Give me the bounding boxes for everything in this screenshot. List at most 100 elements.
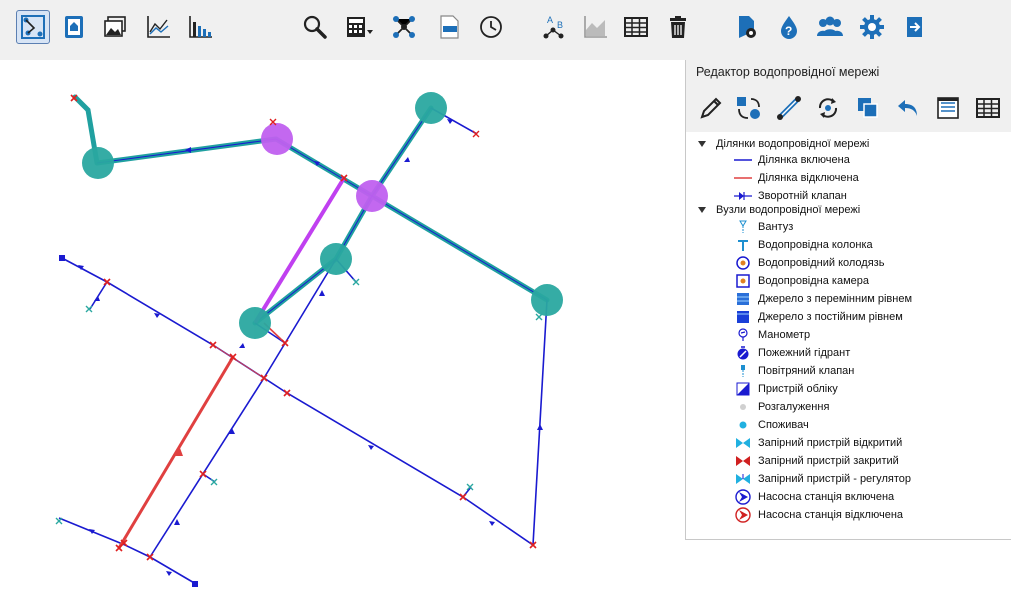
svg-text:?: ?	[785, 24, 792, 38]
valve-open-icon	[732, 435, 754, 451]
trash-icon	[670, 16, 686, 38]
pump-on-icon	[732, 489, 754, 505]
replace-node-icon	[737, 97, 760, 119]
legend-item-pipe-enabled[interactable]: Ділянка включена	[732, 152, 850, 168]
legend-item-fire-hydrant[interactable]: Пожежний гідрант	[732, 345, 850, 361]
water-column-icon	[732, 237, 754, 253]
time-button[interactable]	[474, 10, 508, 44]
area-chart-button[interactable]	[578, 10, 612, 44]
bar-chart-icon	[189, 16, 212, 38]
expand-arrow-icon[interactable]	[698, 207, 706, 213]
settings-doc-icon	[739, 16, 756, 38]
gear-icon	[860, 15, 884, 39]
check-valve-icon	[732, 188, 754, 204]
properties-icon	[937, 97, 959, 119]
edit-button[interactable]	[696, 93, 726, 123]
exit-button[interactable]	[897, 10, 931, 44]
table-icon	[976, 98, 1000, 118]
trash-button[interactable]	[661, 10, 695, 44]
users-button[interactable]	[813, 10, 847, 44]
pipe-edit-button[interactable]	[774, 93, 804, 123]
legend-item-consumer[interactable]: Споживач	[732, 417, 809, 433]
network-edit-button[interactable]	[16, 10, 50, 44]
dxf-file-button[interactable]	[432, 10, 466, 44]
legend-item-air-release-valve[interactable]: Повітряний клапан	[732, 363, 854, 379]
legend-item-valve-closed[interactable]: Запірний пристрій закритий	[732, 453, 899, 469]
replace-node-button[interactable]	[734, 93, 764, 123]
legend-item-water-column[interactable]: Водопровідна колонка	[732, 237, 873, 253]
water-well-icon	[732, 255, 754, 271]
pipe-disabled-icon	[732, 170, 754, 186]
legend-item-manometer[interactable]: Манометр	[732, 327, 810, 343]
legend-item-variable-source[interactable]: Джерело з перемінним рівнем	[732, 291, 912, 307]
panel-header: Редактор водопровідної мережі	[686, 60, 1011, 132]
settings-doc-button[interactable]	[730, 10, 764, 44]
network-edit-icon	[21, 15, 45, 39]
legend-item-meter[interactable]: Пристрій обліку	[732, 381, 838, 397]
calculator-button[interactable]	[342, 10, 376, 44]
meter-icon	[732, 381, 754, 397]
node-markers[interactable]	[70, 94, 537, 561]
network-graph-button[interactable]	[387, 10, 421, 44]
copy-button[interactable]	[853, 93, 883, 123]
group-label: Вузли водопровідної мережі	[716, 204, 861, 216]
water-help-icon: ?	[781, 16, 797, 39]
highlighted-pipes[interactable]	[72, 94, 550, 326]
legend-item-water-chamber[interactable]: Водопровідна камера	[732, 273, 869, 289]
water-help-button[interactable]: ?	[772, 10, 806, 44]
expand-arrow-icon[interactable]	[698, 141, 706, 147]
legend-item-valve-open[interactable]: Запірний пристрій відкритий	[732, 435, 902, 451]
table-view-button[interactable]	[973, 93, 1003, 123]
pump-off-icon	[732, 507, 754, 523]
network-map[interactable]	[0, 60, 685, 592]
svg-text:B: B	[557, 20, 563, 30]
network-canvas[interactable]	[0, 60, 685, 592]
exit-icon	[907, 17, 922, 37]
undo-icon	[898, 100, 917, 116]
pipe-edit-icon	[777, 96, 801, 120]
legend-item-pump-on[interactable]: Насосна станція включена	[732, 489, 894, 505]
properties-button[interactable]	[933, 93, 963, 123]
node-labels-button[interactable]: AB	[537, 10, 571, 44]
group-pipes[interactable]: Ділянки водопровідної мережі	[698, 138, 869, 150]
disabled-pipes[interactable]	[117, 322, 286, 549]
search-button[interactable]	[298, 10, 332, 44]
network-pipes[interactable]	[58, 107, 548, 585]
variable-source-icon	[732, 291, 754, 307]
bar-chart-button[interactable]	[183, 10, 217, 44]
profile-chart-button[interactable]	[141, 10, 175, 44]
image-button[interactable]	[98, 10, 132, 44]
network-editor-panel: Редактор водопровідної мережі Ділянки во…	[685, 60, 1011, 540]
pipe-enabled-icon	[732, 152, 754, 168]
fire-hydrant-icon	[732, 345, 754, 361]
svg-text:A: A	[547, 15, 553, 25]
legend-item-check-valve[interactable]: Зворотній клапан	[732, 188, 847, 204]
group-label: Ділянки водопровідної мережі	[716, 138, 870, 150]
area-chart-icon	[584, 16, 607, 38]
copy-icon	[858, 98, 878, 118]
legend-item-valve-regulator[interactable]: Запірний пристрій - регулятор	[732, 471, 911, 487]
gear-button[interactable]	[855, 10, 889, 44]
legend-item-water-well[interactable]: Водопровідний колодязь	[732, 255, 884, 271]
air-release-valve-icon	[732, 363, 754, 379]
catalog-icon	[65, 16, 83, 38]
junction-icon	[732, 399, 754, 415]
reverse-button[interactable]	[813, 93, 843, 123]
legend-item-constant-source[interactable]: Джерело з постійним рівнем	[732, 309, 903, 325]
consumer-icon	[732, 417, 754, 433]
network-graph-icon	[393, 16, 415, 38]
dxf-file-icon	[440, 15, 459, 39]
catalog-button[interactable]	[57, 10, 91, 44]
legend-item-junction[interactable]: Розгалуження	[732, 399, 829, 415]
legend-item-air-valve[interactable]: Вантуз	[732, 219, 793, 235]
group-nodes[interactable]: Вузли водопровідної мережі	[698, 204, 860, 216]
node-labels-icon: AB	[543, 15, 564, 39]
pencil-icon	[700, 97, 722, 119]
water-chamber-icon	[732, 273, 754, 289]
table-button[interactable]	[619, 10, 653, 44]
legend-item-pump-off[interactable]: Насосна станція відключена	[732, 507, 903, 523]
source-nodes[interactable]	[59, 255, 198, 587]
legend-item-pipe-disabled[interactable]: Ділянка відключена	[732, 170, 859, 186]
undo-button[interactable]	[893, 93, 923, 123]
image-icon	[104, 16, 126, 37]
